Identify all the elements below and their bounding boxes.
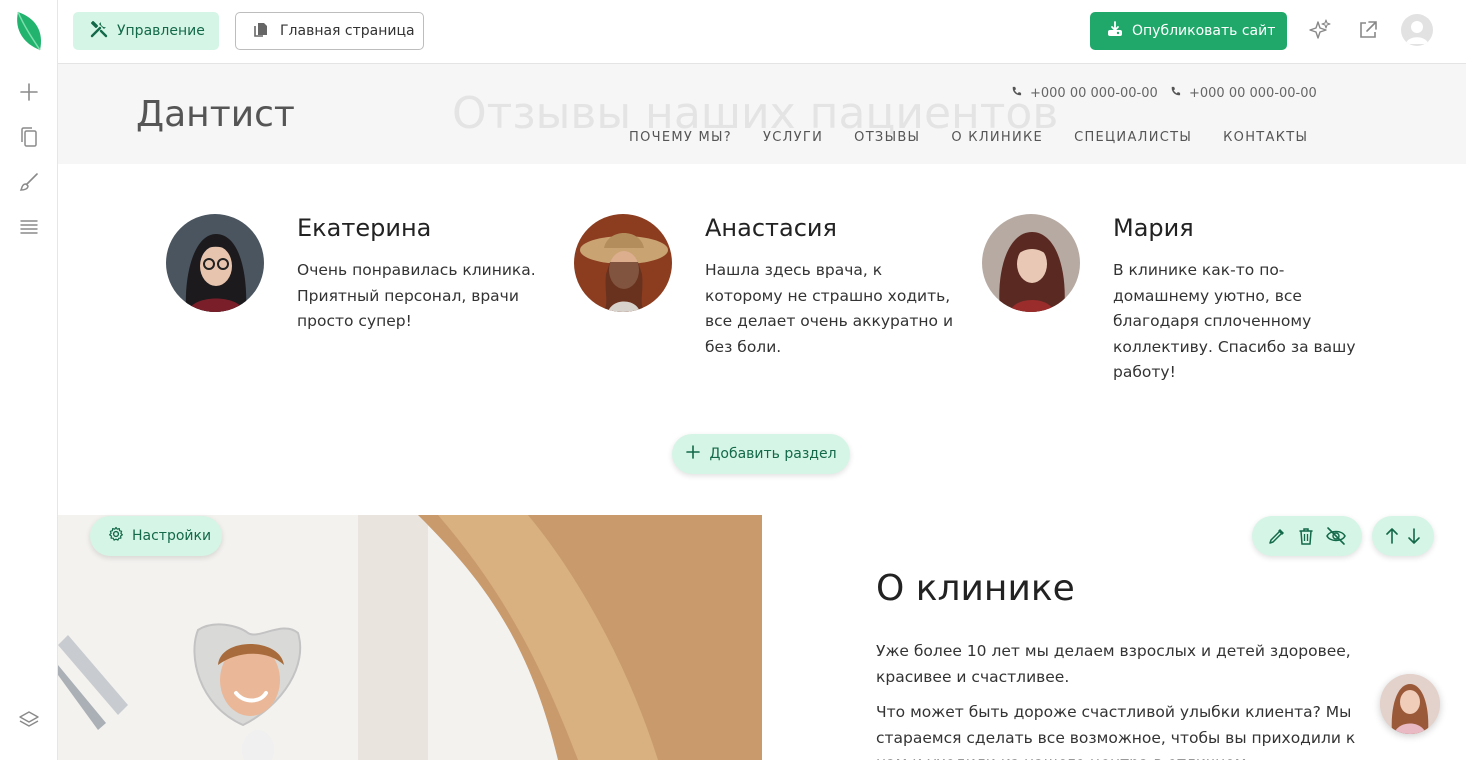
external-link-icon[interactable] <box>1354 16 1382 44</box>
phone-icon <box>1170 86 1181 101</box>
home-page-button[interactable]: Главная страница <box>235 12 424 50</box>
phone-icon <box>1011 86 1022 101</box>
support-chat-avatar[interactable] <box>1380 674 1440 734</box>
nav-item-contacts[interactable]: КОНТАКТЫ <box>1223 130 1308 145</box>
eye-off-icon[interactable] <box>1325 526 1347 546</box>
publish-label: Опубликовать сайт <box>1132 23 1276 39</box>
tools-icon <box>89 19 109 43</box>
logo-leaf-icon[interactable] <box>14 10 44 52</box>
about-paragraph: Уже более 10 лет мы делаем взрослых и де… <box>876 642 1351 686</box>
publish-icon <box>1106 20 1124 42</box>
nav-item-reviews[interactable]: ОТЗЫВЫ <box>854 130 920 145</box>
nav-item-specialists[interactable]: СПЕЦИАЛИСТЫ <box>1074 130 1192 145</box>
editor-topbar: Управление Главная страница Опубликовать… <box>58 0 1466 64</box>
add-icon[interactable] <box>14 77 44 107</box>
nav-item-services[interactable]: УСЛУГИ <box>763 130 823 145</box>
review-text: В клинике как-то по-домашнему уютно, все… <box>1113 261 1356 381</box>
user-avatar[interactable] <box>1401 14 1433 46</box>
reviewer-name: Мария <box>1113 214 1194 242</box>
site-nav: ПОЧЕМУ МЫ? УСЛУГИ ОТЗЫВЫ О КЛИНИКЕ СПЕЦИ… <box>629 130 1308 145</box>
brush-icon[interactable] <box>14 167 44 197</box>
review-text: Очень понравилась клиника. Приятный перс… <box>297 261 536 330</box>
home-page-label: Главная страница <box>280 23 415 39</box>
site-header: Дантист Отзывы наших пациентов +000 00 0… <box>58 64 1466 164</box>
about-heading: О клинике <box>876 568 1075 609</box>
trash-icon[interactable] <box>1297 526 1315 546</box>
reviewer-photo <box>166 214 264 312</box>
phone-1-text: +000 00 000-00-00 <box>1030 86 1158 101</box>
ai-sparkles-icon[interactable] <box>1306 16 1334 44</box>
arrow-up-icon[interactable] <box>1385 526 1399 546</box>
pages-icon[interactable] <box>14 122 44 152</box>
add-section-button[interactable]: Добавить раздел <box>672 434 850 474</box>
publish-site-button[interactable]: Опубликовать сайт <box>1090 12 1287 50</box>
page-copy-icon <box>252 20 270 42</box>
nav-item-why-us[interactable]: ПОЧЕМУ МЫ? <box>629 130 732 145</box>
plus-icon <box>685 444 701 464</box>
left-rail <box>0 0 58 760</box>
about-paragraph: Что может быть дороже счастливой улыбки … <box>876 703 1356 760</box>
gear-icon <box>108 526 124 546</box>
section-settings-button[interactable]: Настройки <box>90 516 222 556</box>
reviewer-name: Екатерина <box>297 214 432 242</box>
eyedropper-icon[interactable] <box>1267 526 1287 546</box>
site-logo[interactable]: Дантист <box>136 94 295 135</box>
section-tools <box>1252 516 1362 556</box>
phone-2[interactable]: +000 00 000-00-00 <box>1170 86 1317 101</box>
review-text: Нашла здесь врача, к которому не страшно… <box>705 261 954 356</box>
reviewer-photo <box>982 214 1080 312</box>
settings-label: Настройки <box>132 528 212 544</box>
nav-item-about[interactable]: О КЛИНИКЕ <box>951 130 1043 145</box>
manage-label: Управление <box>117 23 205 39</box>
section-move-controls <box>1372 516 1434 556</box>
phone-2-text: +000 00 000-00-00 <box>1189 86 1317 101</box>
reviewer-name: Анастасия <box>705 214 837 242</box>
sections-list-icon[interactable] <box>14 212 44 242</box>
manage-button[interactable]: Управление <box>73 12 219 50</box>
arrow-down-icon[interactable] <box>1407 526 1421 546</box>
layers-icon[interactable] <box>14 705 44 735</box>
reviewer-photo <box>574 214 672 312</box>
phone-1[interactable]: +000 00 000-00-00 <box>1011 86 1158 101</box>
add-section-label: Добавить раздел <box>709 446 837 462</box>
